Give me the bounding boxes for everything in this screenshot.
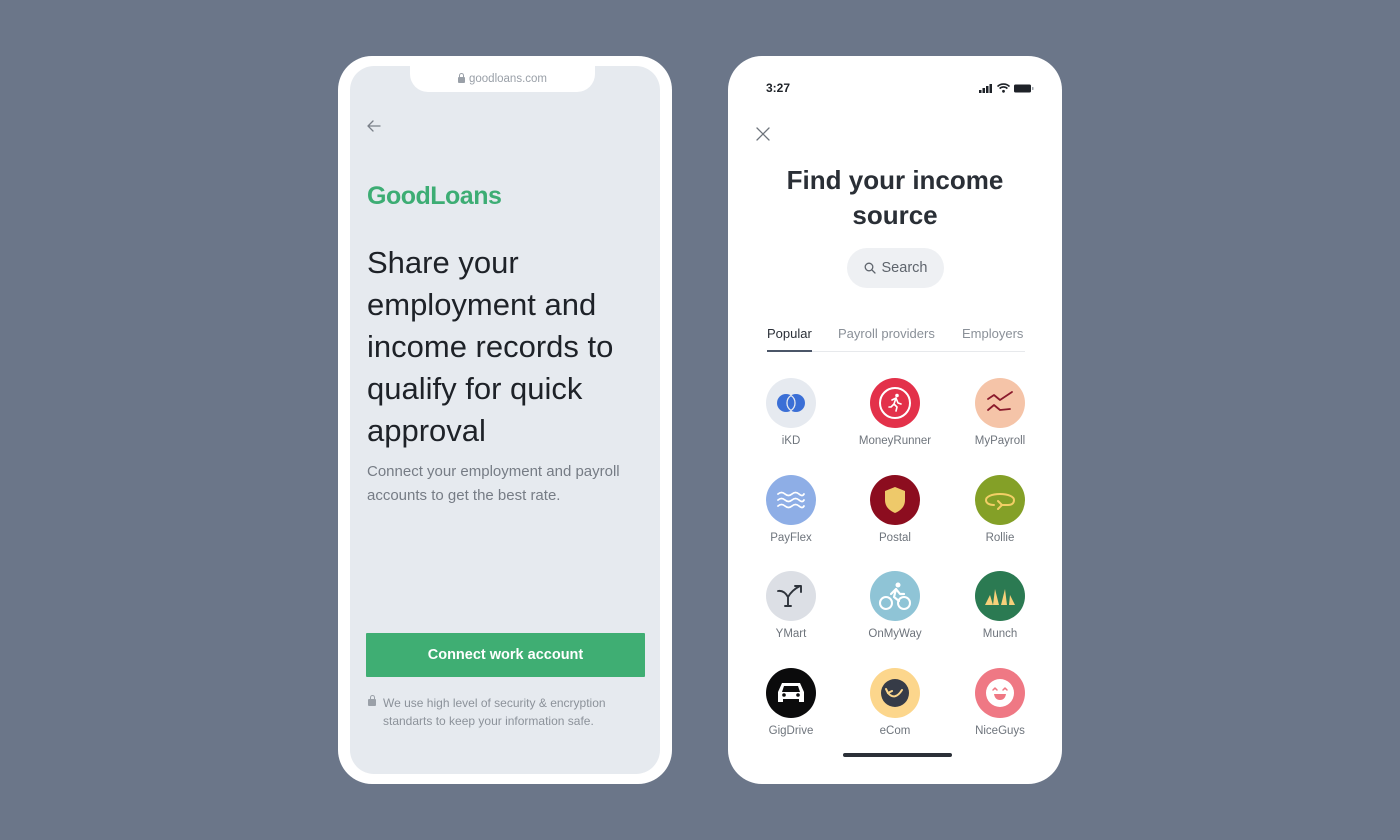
provider-ecom[interactable]: eCom <box>845 668 945 737</box>
runner-icon <box>879 387 911 419</box>
provider-gigdrive-logo <box>766 668 816 718</box>
left-phone-screen: goodloans.com GoodLoans Share your emplo… <box>350 66 660 774</box>
provider-niceguys-logo <box>975 668 1025 718</box>
tab-payroll-providers[interactable]: Payroll providers <box>838 326 935 341</box>
provider-ikd[interactable]: iKD <box>741 378 841 447</box>
tab-employers[interactable]: Employers <box>962 326 1023 341</box>
happy-face-icon <box>986 679 1014 707</box>
status-time: 3:27 <box>766 81 791 95</box>
arrow-left-icon[interactable] <box>366 118 382 134</box>
provider-onmyway[interactable]: OnMyWay <box>845 571 945 640</box>
brand-logo: GoodLoans <box>367 182 502 211</box>
brand-logo-text: GoodLoans <box>367 182 502 210</box>
croissant-icon <box>985 589 1015 605</box>
category-tabs: Popular Payroll providers Employers <box>767 326 1025 352</box>
smile-arrow-icon <box>881 679 909 707</box>
wifi-icon <box>997 83 1010 93</box>
provider-label: GigDrive <box>768 725 814 737</box>
close-icon[interactable] <box>756 127 770 141</box>
provider-payflex[interactable]: PayFlex <box>741 475 841 544</box>
provider-mypayroll-logo <box>975 378 1025 428</box>
tab-popular[interactable]: Popular <box>767 326 812 341</box>
lock-icon <box>368 695 377 707</box>
provider-ecom-logo <box>870 668 920 718</box>
subtext: Connect your employment and payroll acco… <box>367 463 620 504</box>
search-placeholder: Search <box>881 260 928 276</box>
url-bar[interactable]: goodloans.com <box>410 66 595 92</box>
provider-label: Postal <box>879 532 911 544</box>
provider-munch[interactable]: Munch <box>950 571 1050 640</box>
provider-mypayroll[interactable]: MyPayroll <box>950 378 1050 447</box>
security-note-text: We use high level of security & encrypti… <box>383 696 606 728</box>
home-indicator <box>843 753 952 757</box>
provider-ikd-logo <box>766 378 816 428</box>
car-icon <box>778 683 804 702</box>
left-phone-frame: goodloans.com GoodLoans Share your emplo… <box>338 56 672 784</box>
security-note: We use high level of security & encrypti… <box>368 694 638 730</box>
provider-ymart[interactable]: YMart <box>741 571 841 640</box>
provider-moneyrunner-logo <box>870 378 920 428</box>
provider-postal-logo <box>870 475 920 525</box>
split-arrow-icon <box>777 585 802 607</box>
provider-onmyway-logo <box>870 571 920 621</box>
provider-label: Munch <box>982 628 1018 640</box>
provider-niceguys[interactable]: NiceGuys <box>950 668 1050 737</box>
provider-label: eCom <box>879 725 911 737</box>
cyclist-icon <box>879 582 911 610</box>
zigzag-icon <box>987 391 1013 411</box>
overlap-circles-icon <box>777 394 805 412</box>
headline: Share your employment and income records… <box>367 245 614 448</box>
battery-icon <box>1014 84 1034 92</box>
provider-postal[interactable]: Postal <box>845 475 945 544</box>
rotate-arrow-icon <box>984 492 1016 510</box>
provider-gigdrive[interactable]: GigDrive <box>741 668 841 737</box>
lock-icon <box>458 72 465 84</box>
search-input[interactable]: Search <box>847 248 944 288</box>
signal-icon <box>979 83 992 93</box>
provider-label: Rollie <box>985 532 1015 544</box>
provider-rollie-logo <box>975 475 1025 525</box>
provider-label: PayFlex <box>770 532 812 544</box>
status-icons <box>979 83 1034 93</box>
shield-icon <box>885 487 905 513</box>
provider-label: iKD <box>781 435 801 447</box>
connect-work-account-button[interactable]: Connect work account <box>366 633 645 677</box>
provider-label: MyPayroll <box>974 435 1026 447</box>
provider-label: OnMyWay <box>868 628 922 640</box>
active-tab-indicator <box>767 350 812 352</box>
waves-icon <box>777 491 805 509</box>
provider-label: YMart <box>775 628 807 640</box>
provider-label: MoneyRunner <box>858 435 932 447</box>
provider-munch-logo <box>975 571 1025 621</box>
provider-moneyrunner[interactable]: MoneyRunner <box>845 378 945 447</box>
search-icon <box>864 262 876 274</box>
page-title: Find your income source <box>786 165 1004 230</box>
provider-rollie[interactable]: Rollie <box>950 475 1050 544</box>
right-phone-frame: 3:27 Find your income source Search Popu… <box>728 56 1062 784</box>
provider-label: NiceGuys <box>975 725 1025 737</box>
provider-ymart-logo <box>766 571 816 621</box>
provider-payflex-logo <box>766 475 816 525</box>
url-text: goodloans.com <box>469 73 547 85</box>
